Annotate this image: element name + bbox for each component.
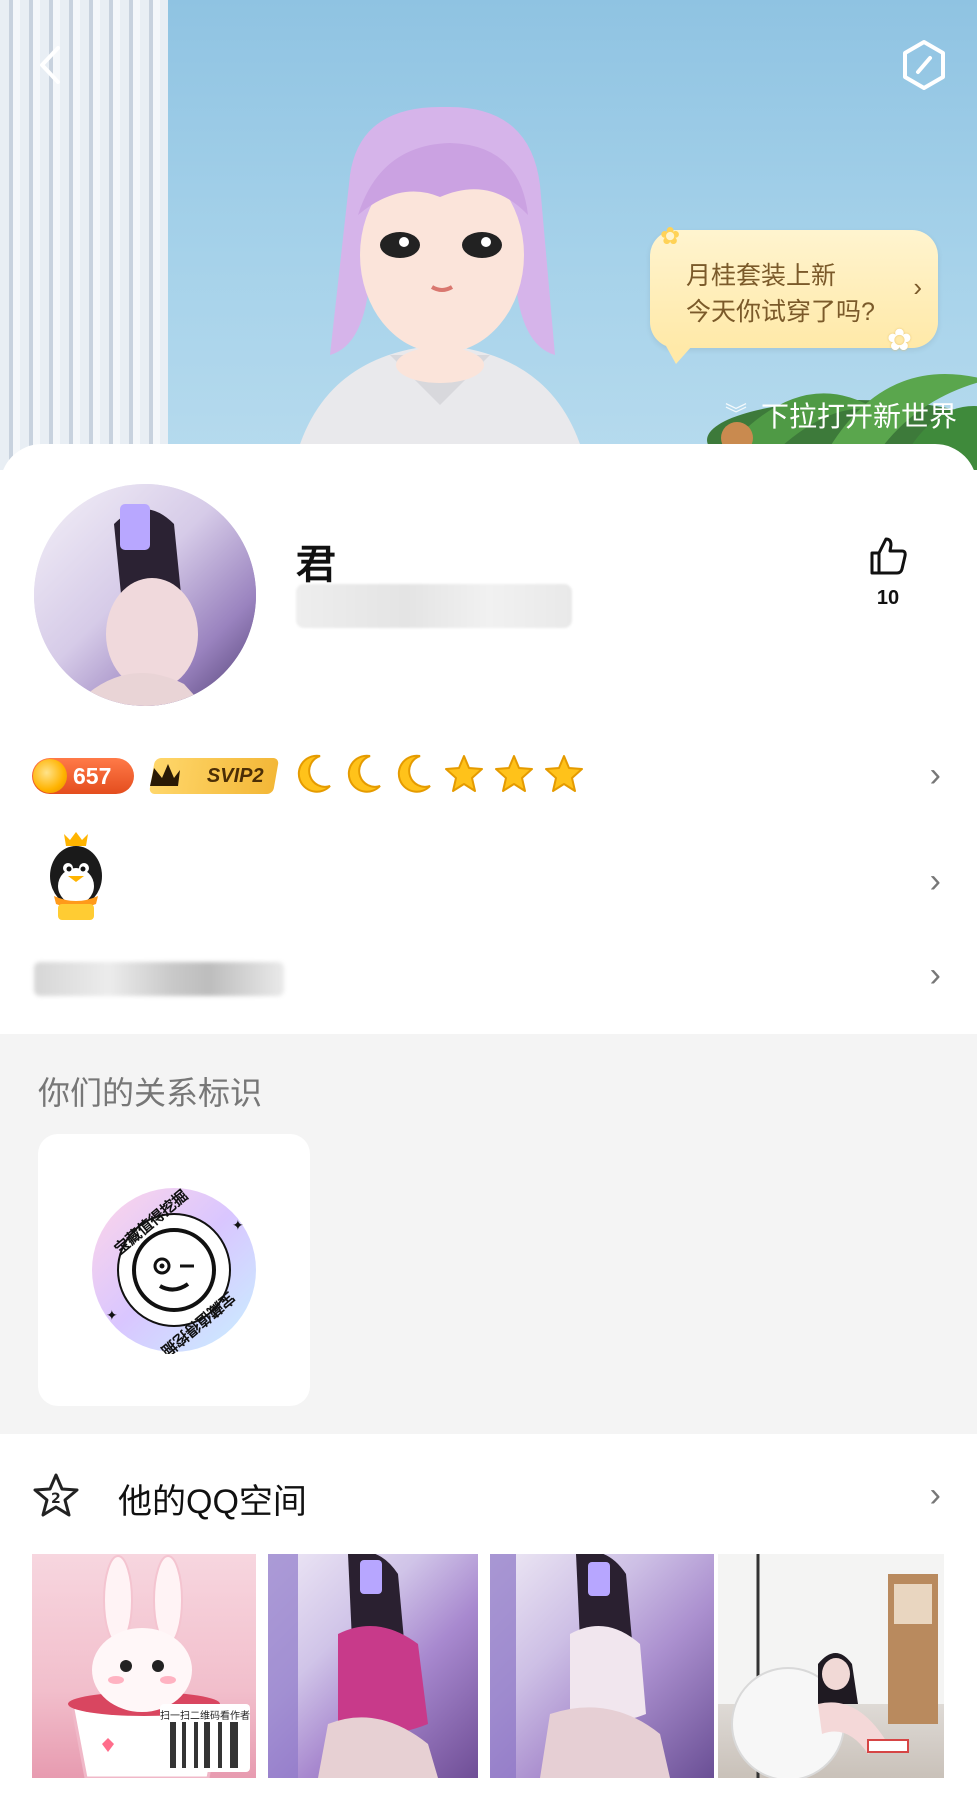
moon-icon [294, 752, 334, 796]
qq-level-row[interactable]: › [0, 830, 977, 930]
double-chevron-down-icon: ︾ [724, 402, 747, 427]
selfie-photo [268, 1554, 438, 1778]
qzone-photo[interactable] [490, 1554, 714, 1778]
blurred-account-info [296, 584, 572, 628]
profile-card: 君 10 657 SVIP2 › › › [0, 444, 977, 1034]
selfie-photo [490, 1554, 670, 1778]
like-count: 10 [876, 587, 900, 609]
new-outfit-bubble[interactable]: ✿ 月桂套装上新 今天你试穿了吗? › ✿ [650, 223, 938, 364]
avatar[interactable] [34, 484, 256, 706]
profile-name: 君 [296, 543, 336, 587]
qzone-row[interactable]: 2 他的QQ空间 › [0, 1434, 977, 1556]
yoga-ball-photo [718, 1554, 944, 1778]
qq-penguin-level-icon [50, 832, 102, 920]
svg-text:✦: ✦ [106, 1307, 118, 1323]
avatar-photo [34, 484, 256, 706]
chevron-right-icon: › [929, 862, 941, 900]
coin-icon [33, 759, 67, 793]
flower-icon: ✿ [660, 223, 681, 250]
chevron-right-icon: › [929, 956, 941, 994]
pull-down-hint[interactable]: ︾ 下拉打开新世界 [725, 395, 957, 435]
treasure-badge-icon: 宝藏值得挖掘 宝藏值得挖掘 ✦ ✦ [92, 1186, 256, 1354]
back-arrow-icon[interactable] [30, 40, 70, 90]
qr-code-icon [170, 1722, 238, 1768]
star-icon [444, 752, 484, 796]
qzone-photo[interactable] [718, 1554, 944, 1778]
relation-section: 你们的关系标识 宝藏值得挖掘 宝藏值得挖掘 ✦ ✦ [0, 1034, 977, 1434]
level-icons [294, 752, 584, 796]
coin-badge: 657 [32, 758, 134, 794]
qzone-star-icon: 2 [33, 1473, 79, 1517]
relation-badge-card[interactable]: 宝藏值得挖掘 宝藏值得挖掘 ✦ ✦ [38, 1134, 310, 1406]
hero-banner[interactable]: ✿ 月桂套装上新 今天你试穿了吗? › ✿ ︾ 下拉打开新世界 [0, 0, 977, 470]
hexagon-settings-icon[interactable] [899, 38, 949, 92]
svg-text:✦: ✦ [232, 1217, 244, 1233]
qzone-photo[interactable]: 扫一扫二维码看作者 [32, 1554, 256, 1778]
star-icon [494, 752, 534, 796]
signature-row[interactable]: › [0, 948, 977, 1008]
chevron-right-icon: › [929, 756, 941, 794]
like-button[interactable]: 10 [856, 534, 920, 610]
bubble-line-2: 今天你试穿了吗? [686, 298, 875, 326]
qzone-title: 他的QQ空间 [118, 1483, 307, 1521]
qzone-photo-strip: 扫一扫二维码看作者 [32, 1554, 944, 1778]
star-icon [544, 752, 584, 796]
moon-icon [344, 752, 384, 796]
svip-badge: SVIP2 [148, 758, 280, 794]
relation-title: 你们的关系标识 [38, 1075, 263, 1111]
thumbs-up-icon [870, 537, 907, 575]
pull-down-text: 下拉打开新世界 [760, 401, 957, 432]
curtain-decoration [0, 0, 168, 470]
qr-code-card: 扫一扫二维码看作者 [160, 1704, 250, 1772]
svg-text:2: 2 [51, 1491, 61, 1507]
moon-icon [394, 752, 434, 796]
flower-icon: ✿ [886, 324, 912, 357]
chevron-right-icon: › [913, 272, 922, 302]
vip-level-row[interactable]: 657 SVIP2 › [0, 738, 977, 818]
svip-label: SVIP2 [207, 764, 264, 787]
crown-icon [150, 764, 180, 786]
blurred-signature [34, 962, 284, 996]
bubble-line-1: 月桂套装上新 [686, 262, 837, 290]
chevron-right-icon: › [929, 1476, 941, 1514]
coin-value: 657 [73, 762, 112, 789]
3d-avatar-figure [292, 106, 588, 470]
qzone-photo[interactable] [268, 1554, 478, 1778]
qr-caption: 扫一扫二维码看作者 [160, 1711, 250, 1722]
